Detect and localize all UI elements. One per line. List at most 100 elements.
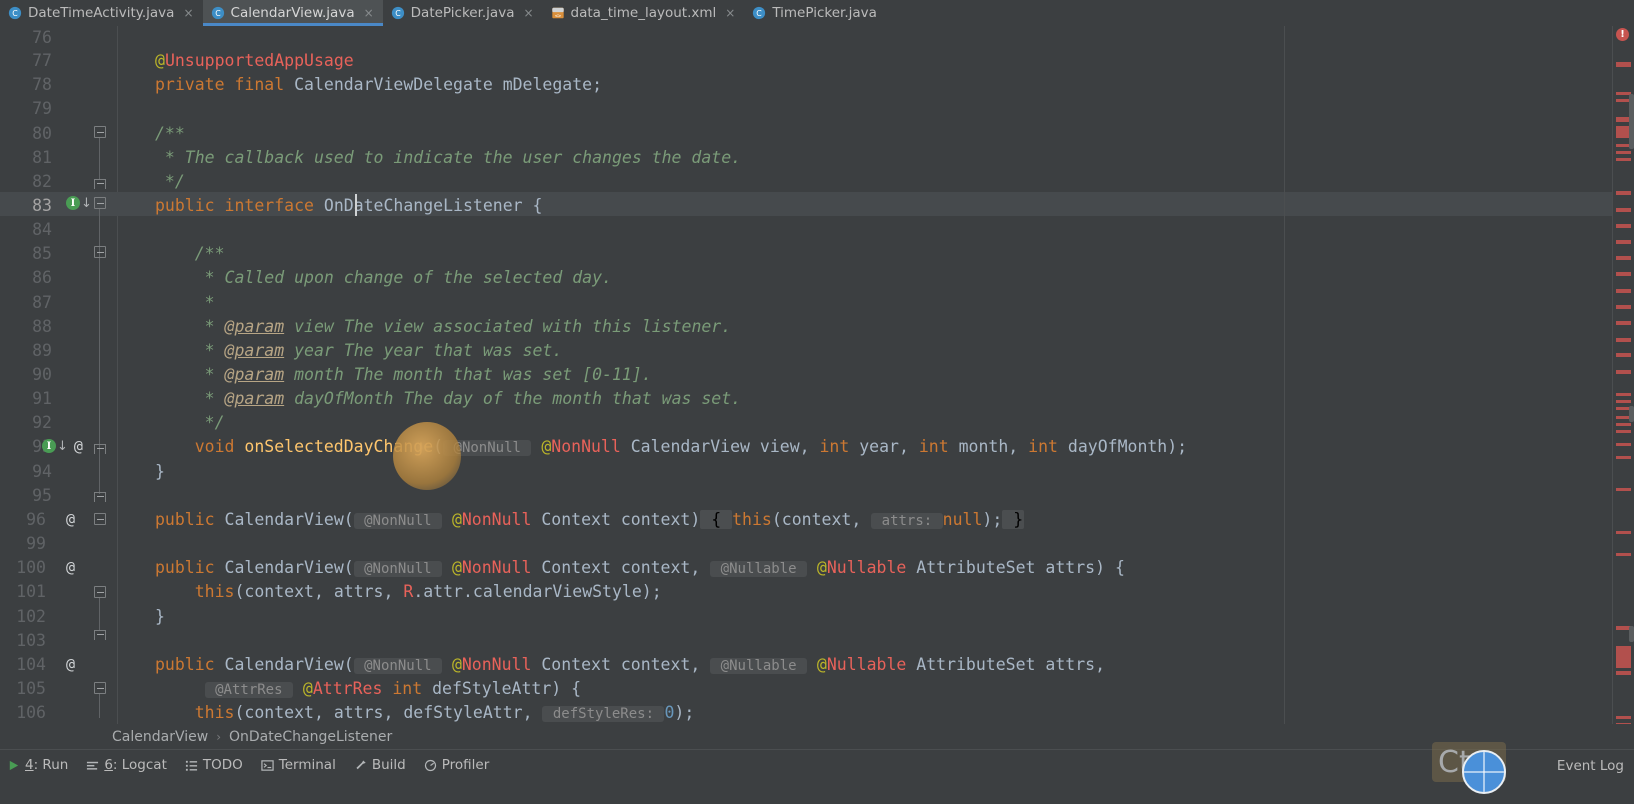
fold-end-marker-92[interactable] xyxy=(94,444,106,454)
vertical-scrollbar-thumb[interactable] xyxy=(1629,626,1634,642)
line-number: 82 xyxy=(32,172,52,191)
line-number: 77 xyxy=(32,51,52,70)
fold-end-marker-94[interactable] xyxy=(94,492,106,502)
override-annotation-icon-100[interactable]: @ xyxy=(66,558,75,576)
svg-text:C: C xyxy=(395,9,401,18)
editor-tab-bar: C DateTimeActivity.java × C CalendarView… xyxy=(0,0,1634,26)
error-stripe-marker[interactable] xyxy=(1616,646,1631,668)
vertical-scrollbar-thumb[interactable] xyxy=(1629,406,1634,422)
fold-end-marker-102[interactable] xyxy=(94,630,106,640)
error-stripe-marker[interactable] xyxy=(1616,531,1631,534)
error-stripe-marker[interactable] xyxy=(1616,370,1631,374)
line-number: 86 xyxy=(32,268,52,287)
tab-close-icon[interactable]: × xyxy=(183,6,193,20)
code-line-81: * The callback used to indicate the user… xyxy=(155,148,742,167)
line-number: 90 xyxy=(32,365,52,384)
status-button-run[interactable]: 4: Run xyxy=(7,757,68,773)
error-stripe-marker[interactable] xyxy=(1616,671,1631,675)
error-stripe-marker[interactable] xyxy=(1616,224,1631,228)
fold-marker-interface-83[interactable] xyxy=(94,197,106,209)
status-button-todo[interactable]: TODO xyxy=(185,757,243,773)
override-annotation-icon-104[interactable]: @ xyxy=(66,655,75,673)
right-editor-separator xyxy=(1284,26,1285,724)
error-stripe-marker[interactable] xyxy=(1616,256,1631,260)
gutter-implemented-interface-83[interactable]: I ↓ xyxy=(66,196,92,210)
breadcrumb: CalendarView › OnDateChangeListener xyxy=(0,724,1634,749)
error-stripe-marker[interactable] xyxy=(1616,716,1631,719)
line-number: 103 xyxy=(16,631,46,650)
error-stripe-marker[interactable] xyxy=(1616,158,1631,161)
error-stripe-marker[interactable] xyxy=(1616,208,1631,212)
override-annotation-icon-96[interactable]: @ xyxy=(66,510,75,528)
fold-marker-method-104[interactable] xyxy=(94,682,106,694)
error-stripe-marker[interactable] xyxy=(1616,151,1631,154)
tab-close-icon[interactable]: × xyxy=(725,6,735,20)
line-number: 106 xyxy=(16,703,46,722)
code-line-94: } xyxy=(155,462,165,481)
line-number: 76 xyxy=(32,28,52,47)
code-line-93: void onSelectedDayChange( @NonNull @NonN… xyxy=(155,437,1188,456)
code-line-100: public CalendarView( @NonNull @NonNull C… xyxy=(155,558,1125,577)
java-class-icon: C xyxy=(211,6,224,20)
line-number: 104 xyxy=(16,655,46,674)
status-button-profiler[interactable]: Profiler xyxy=(424,757,490,773)
code-line-89: * @param year The year that was set. xyxy=(155,341,563,360)
code-line-105: @AttrRes @AttrRes int defStyleAttr) { xyxy=(204,679,582,698)
tab-CalendarView-java[interactable]: C CalendarView.java × xyxy=(202,0,383,26)
error-stripe-marker[interactable] xyxy=(1616,353,1631,357)
error-stripe-marker[interactable] xyxy=(1616,338,1631,342)
line-number: 79 xyxy=(32,99,52,118)
error-stripe-marker[interactable] xyxy=(1616,423,1631,426)
gutter-implemented-method-93[interactable]: I ↓ @ xyxy=(42,437,83,455)
breadcrumb-item-interface[interactable]: OnDateChangeListener xyxy=(229,729,392,745)
tab-TimePicker-java[interactable]: C TimePicker.java xyxy=(744,0,886,26)
fold-end-marker-82[interactable] xyxy=(94,179,106,189)
ide-window: C DateTimeActivity.java × C CalendarView… xyxy=(0,0,1634,804)
error-stripe-marker[interactable] xyxy=(1616,191,1631,195)
status-button-logcat[interactable]: 6: Logcat xyxy=(86,757,167,773)
code-editor[interactable]: 76 77 78 79 80 81 82 83 84 85 86 87 88 8… xyxy=(0,26,1634,724)
tab-data-time-layout-xml[interactable]: <> data_time_layout.xml × xyxy=(543,0,745,26)
error-stripe-marker[interactable] xyxy=(1616,393,1631,396)
error-stripe-marker[interactable] xyxy=(1616,289,1631,293)
error-stripe-marker[interactable] xyxy=(1616,430,1631,433)
error-stripe-marker[interactable] xyxy=(1616,488,1631,491)
svg-text:C: C xyxy=(215,9,221,18)
breadcrumb-item-class[interactable]: CalendarView xyxy=(112,729,208,745)
code-line-102: } xyxy=(155,607,165,626)
error-stripe-marker[interactable] xyxy=(1616,305,1631,309)
status-button-build[interactable]: Build xyxy=(354,757,406,773)
fold-marker-method-100[interactable] xyxy=(94,586,106,598)
globe-icon xyxy=(1462,750,1506,794)
vertical-scrollbar-thumb[interactable] xyxy=(1629,94,1634,149)
error-stripe-marker[interactable] xyxy=(1616,240,1631,244)
line-number: 89 xyxy=(32,341,52,360)
run-icon xyxy=(9,760,19,770)
override-annotation-icon[interactable]: @ xyxy=(74,437,83,455)
profiler-label: Profiler xyxy=(441,757,490,773)
error-stripe-marker[interactable] xyxy=(1616,272,1631,276)
error-stripe-gutter[interactable]: ! xyxy=(1612,26,1634,776)
error-stripe-marker[interactable] xyxy=(1616,553,1631,556)
status-button-terminal[interactable]: Terminal xyxy=(261,757,336,773)
error-stripe-marker[interactable] xyxy=(1616,443,1631,446)
tab-close-icon[interactable]: × xyxy=(523,6,533,20)
code-line-101: this(context, attrs, R.attr.calendarView… xyxy=(155,582,662,601)
error-stripe-marker[interactable] xyxy=(1616,400,1631,403)
fold-marker-method-96[interactable] xyxy=(94,513,106,525)
error-stripe-marker[interactable] xyxy=(1616,456,1631,459)
event-log-button[interactable]: Event Log xyxy=(1557,758,1624,774)
tab-DatePicker-java[interactable]: C DatePicker.java × xyxy=(383,0,543,26)
error-stripe-marker[interactable] xyxy=(1616,62,1631,67)
fold-marker-javadoc-85[interactable] xyxy=(94,246,106,258)
logcat-label: : Logcat xyxy=(112,757,167,773)
tab-close-icon[interactable]: × xyxy=(364,6,374,20)
fold-marker-javadoc-80[interactable] xyxy=(94,126,106,138)
error-marker-icon[interactable]: ! xyxy=(1616,28,1629,41)
tab-label: CalendarView.java xyxy=(230,5,355,21)
error-stripe-marker[interactable] xyxy=(1616,321,1631,325)
tab-DateTimeActivity-java[interactable]: C DateTimeActivity.java × xyxy=(0,0,203,26)
code-text-area[interactable]: @UnsupportedAppUsage private final Calen… xyxy=(118,26,1634,724)
implementation-arrow-icon: ↓ xyxy=(57,438,68,454)
line-number: 84 xyxy=(32,220,52,239)
